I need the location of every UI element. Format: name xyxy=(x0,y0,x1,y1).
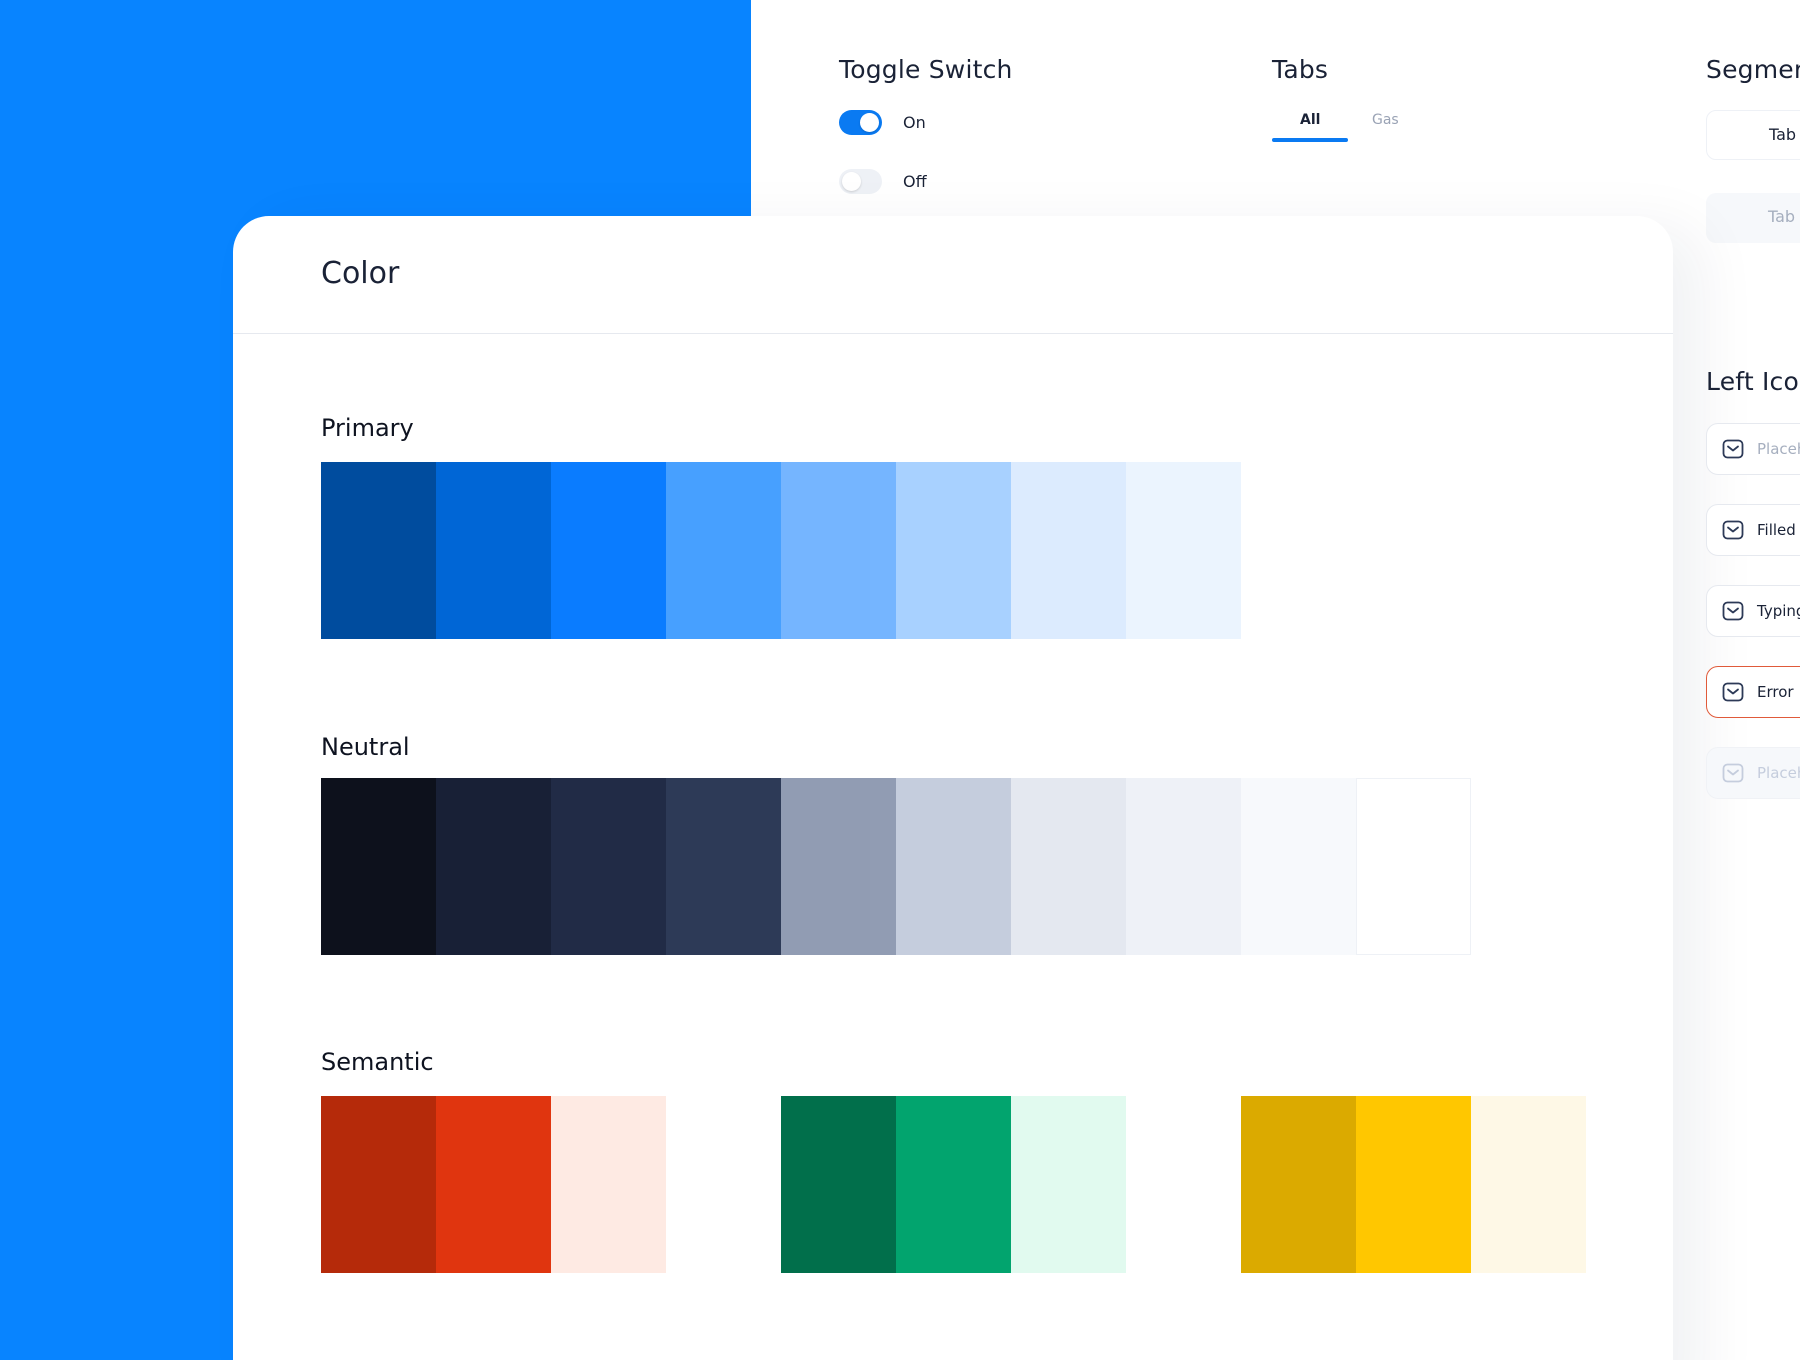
input-filled-text: Filled xyxy=(1757,521,1796,539)
color-card-title: Color xyxy=(321,256,400,291)
neutral-swatch-8 xyxy=(1126,778,1241,955)
neutral-section-title: Neutral xyxy=(321,733,410,761)
toggle-knob xyxy=(860,113,879,132)
mail-icon xyxy=(1722,682,1744,702)
primary-swatch-7 xyxy=(1011,462,1126,639)
primary-swatch-8 xyxy=(1126,462,1241,639)
mail-icon xyxy=(1722,763,1744,783)
primary-swatch-6 xyxy=(896,462,1011,639)
input-error-text: Error xyxy=(1757,683,1794,701)
semantic-warning-swatch-2 xyxy=(1356,1096,1471,1273)
segmented-heading: Segmen xyxy=(1706,55,1800,84)
semantic-warning-swatch-row xyxy=(1241,1096,1586,1273)
input-error-field[interactable]: Error xyxy=(1706,666,1800,718)
input-disabled-field: Placeh xyxy=(1706,747,1800,799)
primary-swatch-4 xyxy=(666,462,781,639)
mail-icon xyxy=(1722,439,1744,459)
tab-gas[interactable]: Gas xyxy=(1372,112,1399,128)
toggle-switch-heading: Toggle Switch xyxy=(839,55,1013,84)
semantic-error-swatch-row xyxy=(321,1096,666,1273)
primary-section-title: Primary xyxy=(321,414,414,442)
neutral-swatch-3 xyxy=(551,778,666,955)
input-placeholder-field[interactable]: Placeh xyxy=(1706,423,1800,475)
mail-icon xyxy=(1722,520,1744,540)
toggle-off-label: Off xyxy=(903,172,927,191)
primary-swatch-5 xyxy=(781,462,896,639)
left-icon-heading: Left Icon xyxy=(1706,367,1800,396)
input-placeholder-text: Placeh xyxy=(1757,440,1800,458)
mail-icon xyxy=(1722,601,1744,621)
segmented-tab-selected[interactable]: Tab xyxy=(1706,110,1800,160)
neutral-swatch-7 xyxy=(1011,778,1126,955)
neutral-swatch-10 xyxy=(1356,778,1471,955)
active-tab-underline xyxy=(1272,138,1348,142)
primary-swatch-3 xyxy=(551,462,666,639)
input-typing-text: Typing xyxy=(1757,602,1800,620)
semantic-success-swatch-3 xyxy=(1011,1096,1126,1273)
semantic-error-swatch-1 xyxy=(321,1096,436,1273)
neutral-swatch-5 xyxy=(781,778,896,955)
input-filled-field[interactable]: Filled xyxy=(1706,504,1800,556)
semantic-section-title: Semantic xyxy=(321,1048,434,1076)
neutral-swatch-6 xyxy=(896,778,1011,955)
primary-swatch-row xyxy=(321,462,1241,639)
semantic-warning-swatch-3 xyxy=(1471,1096,1586,1273)
semantic-success-swatch-1 xyxy=(781,1096,896,1273)
primary-swatch-1 xyxy=(321,462,436,639)
neutral-swatch-9 xyxy=(1241,778,1356,955)
toggle-on-switch[interactable] xyxy=(839,110,882,135)
semantic-success-swatch-2 xyxy=(896,1096,1011,1273)
input-typing-field[interactable]: Typing xyxy=(1706,585,1800,637)
segmented-tab-unselected[interactable]: Tab xyxy=(1706,193,1800,243)
neutral-swatch-4 xyxy=(666,778,781,955)
semantic-success-swatch-row xyxy=(781,1096,1126,1273)
tabs-heading: Tabs xyxy=(1272,55,1329,84)
semantic-error-swatch-3 xyxy=(551,1096,666,1273)
card-divider xyxy=(233,333,1673,334)
toggle-knob xyxy=(842,172,861,191)
toggle-on-label: On xyxy=(903,113,926,132)
tab-all[interactable]: All xyxy=(1300,112,1320,128)
semantic-error-swatch-2 xyxy=(436,1096,551,1273)
toggle-off-switch[interactable] xyxy=(839,169,882,194)
neutral-swatch-row xyxy=(321,778,1471,955)
semantic-warning-swatch-1 xyxy=(1241,1096,1356,1273)
primary-swatch-2 xyxy=(436,462,551,639)
input-disabled-text: Placeh xyxy=(1757,764,1800,782)
neutral-swatch-1 xyxy=(321,778,436,955)
neutral-swatch-2 xyxy=(436,778,551,955)
